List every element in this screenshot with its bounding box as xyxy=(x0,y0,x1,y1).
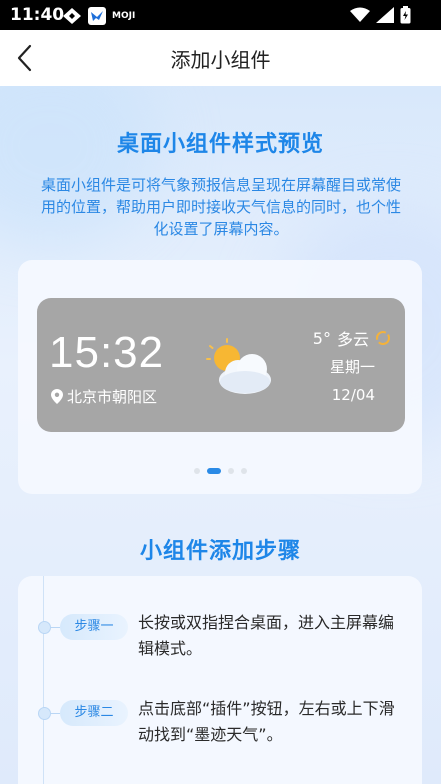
status-right xyxy=(350,6,411,24)
pager-dot[interactable] xyxy=(240,468,247,474)
diamond-app-icon xyxy=(63,8,81,24)
widget-time: 15:32 xyxy=(49,328,165,377)
timeline-connector xyxy=(50,713,60,714)
swallow-app-icon xyxy=(88,7,106,25)
intro-text: 桌面小组件是可将气象预报信息呈现在屏幕醒目或常使用的位置，帮助用户即时接收天气信… xyxy=(40,176,401,238)
status-bar: 11:40 MOJI xyxy=(0,0,441,30)
wifi-icon xyxy=(350,7,370,22)
weather-widget-preview[interactable]: 15:32 北京市朝阳区 5° 多云 星期一 12/04 xyxy=(37,298,405,432)
widget-date: 12/04 xyxy=(331,386,375,404)
widget-temperature: 5° xyxy=(312,328,331,348)
main-content: 桌面小组件样式预览 桌面小组件是可将气象预报信息呈现在屏幕醒目或常使用的位置，帮… xyxy=(0,86,441,784)
refresh-icon[interactable] xyxy=(375,330,391,346)
widget-preview-card: 15:32 北京市朝阳区 5° 多云 星期一 12/04 xyxy=(18,260,422,494)
timeline-line xyxy=(43,576,44,784)
preview-title-wrap: 桌面小组件样式预览 xyxy=(0,126,441,158)
widget-temp-row: 5° 多云 xyxy=(313,326,391,350)
moji-badge: MOJI xyxy=(112,11,136,21)
widget-condition: 多云 xyxy=(336,330,369,349)
partly-cloudy-icon xyxy=(206,338,271,394)
page-title: 添加小组件 xyxy=(170,48,271,72)
pager-dot[interactable] xyxy=(193,468,200,474)
pager-dot-active[interactable] xyxy=(206,468,221,474)
location-pin-icon xyxy=(51,389,63,404)
widget-location-text: 北京市朝阳区 xyxy=(67,388,158,406)
step-text: 点击底部“插件”按钮，左右或上下滑动找到“墨迹天气”。 xyxy=(138,699,395,744)
timeline-connector xyxy=(50,627,60,628)
steps-section-title: 小组件添加步骤 xyxy=(133,533,308,565)
status-app-icons: MOJI xyxy=(62,7,135,25)
step-label: 步骤一 xyxy=(60,614,128,640)
steps-card: 步骤一 长按或双指捏合桌面，进入主屏幕编辑模式。 步骤二 点击底部“插件”按钮，… xyxy=(18,576,422,784)
signal-icon xyxy=(376,7,394,23)
steps-title-wrap: 小组件添加步骤 xyxy=(0,533,441,565)
preview-section-title: 桌面小组件样式预览 xyxy=(110,126,331,158)
step-label: 步骤二 xyxy=(60,700,128,726)
app-header: 添加小组件 xyxy=(0,30,441,86)
preview-pager xyxy=(18,468,422,474)
widget-location: 北京市朝阳区 xyxy=(51,386,157,407)
pager-dot[interactable] xyxy=(227,468,234,474)
widget-weekday: 星期一 xyxy=(329,358,375,376)
battery-icon xyxy=(400,6,411,24)
status-time: 11:40 xyxy=(10,5,65,25)
step-text: 长按或双指捏合桌面，进入主屏幕编辑模式。 xyxy=(138,613,395,658)
